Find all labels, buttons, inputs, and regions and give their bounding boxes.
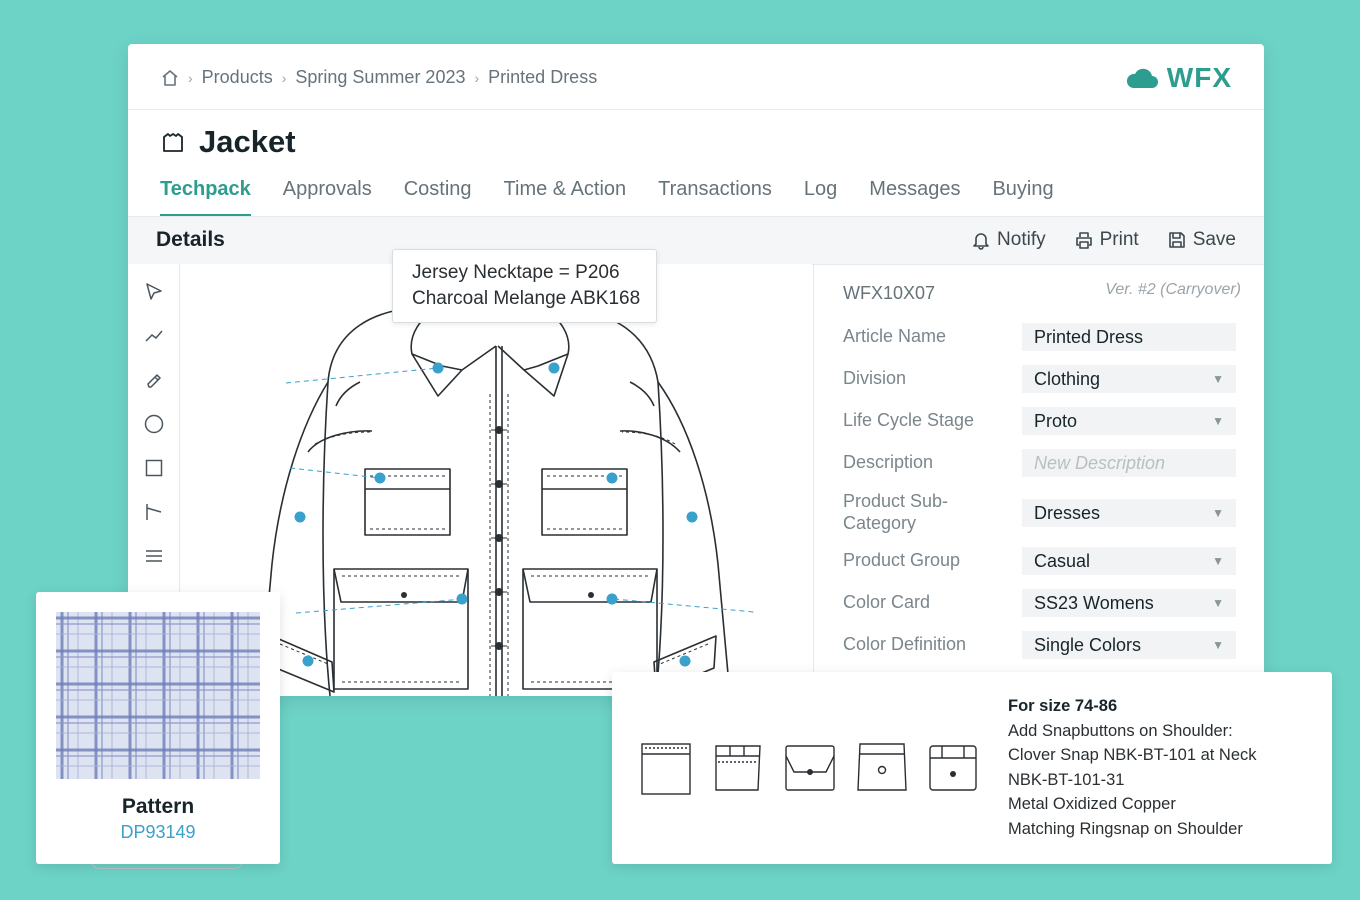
product-sub-category-value: Dresses bbox=[1034, 503, 1101, 523]
jacket-icon bbox=[163, 133, 183, 152]
style-code: WFX10X07 bbox=[843, 283, 936, 303]
logo-text: WFX bbox=[1166, 62, 1232, 93]
tab-costing[interactable]: Costing bbox=[404, 174, 472, 216]
pencil-icon[interactable] bbox=[142, 369, 166, 393]
print-label: Print bbox=[1099, 229, 1139, 250]
label-life-cycle-stage: Life Cycle Stage bbox=[843, 410, 975, 430]
color-definition-value: Single Colors bbox=[1034, 635, 1142, 655]
pattern-label: Pattern bbox=[121, 795, 195, 818]
notify-label: Notify bbox=[997, 229, 1046, 250]
measure-angle-icon[interactable] bbox=[142, 500, 166, 524]
pocket-snap-icon[interactable] bbox=[856, 742, 908, 796]
bell-icon bbox=[973, 233, 989, 250]
breadcrumb-season[interactable]: Spring Summer 2023 bbox=[295, 67, 465, 88]
size-note-text: For size 74-86 Add Snapbuttons on Should… bbox=[1008, 694, 1257, 841]
note-line: Clover Snap NBK-BT-101 at Neck bbox=[1008, 746, 1257, 764]
save-icon bbox=[1168, 232, 1185, 248]
life-cycle-stage-value: Proto bbox=[1034, 411, 1078, 431]
details-label: Details bbox=[156, 228, 225, 251]
notify-button[interactable]: Notify bbox=[971, 229, 1046, 251]
description-input[interactable]: New Description bbox=[1022, 449, 1236, 477]
label-product-sub-category-line2: Category bbox=[843, 513, 917, 533]
tab-approvals[interactable]: Approvals bbox=[283, 174, 372, 216]
details-actions: Notify Print Save bbox=[943, 229, 1236, 251]
tab-time-action[interactable]: Time & Action bbox=[504, 174, 627, 216]
pocket-box-button-icon[interactable] bbox=[928, 742, 980, 796]
plaid-swatch bbox=[56, 612, 260, 779]
tab-techpack[interactable]: Techpack bbox=[160, 174, 251, 216]
label-color-card: Color Card bbox=[843, 592, 931, 612]
pocket-envelope-flap-icon[interactable] bbox=[784, 742, 836, 796]
note-line: Matching Ringsnap on Shoulder bbox=[1008, 819, 1243, 838]
pocket-variants bbox=[640, 742, 1000, 796]
polyline-icon[interactable] bbox=[142, 324, 166, 348]
top-bar: › Products › Spring Summer 2023 › Printe… bbox=[128, 44, 1264, 110]
pocket-pleat-icon[interactable] bbox=[712, 742, 764, 796]
wfx-logo: WFX bbox=[1125, 62, 1232, 94]
tab-log[interactable]: Log bbox=[804, 174, 837, 216]
tooltip-line-1: Jersey Necktape = P206 bbox=[412, 262, 620, 283]
breadcrumb-products[interactable]: Products bbox=[202, 67, 273, 88]
techpack-window: › Products › Spring Summer 2023 › Printe… bbox=[128, 44, 1264, 696]
tab-buying[interactable]: Buying bbox=[992, 174, 1053, 216]
pattern-card[interactable]: Pattern DP93149 bbox=[36, 592, 280, 864]
product-sub-category-select[interactable]: Dresses ▼ bbox=[1022, 499, 1236, 527]
caret-down-icon: ▼ bbox=[1212, 372, 1224, 386]
tab-messages[interactable]: Messages bbox=[869, 174, 960, 216]
caret-down-icon: ▼ bbox=[1212, 596, 1224, 610]
breadcrumb-separator: › bbox=[474, 69, 480, 86]
rectangle-icon[interactable] bbox=[142, 456, 166, 480]
save-label: Save bbox=[1192, 229, 1236, 250]
product-group-select[interactable]: Casual ▼ bbox=[1022, 547, 1236, 575]
label-product-sub-category-line1: Product Sub- bbox=[843, 491, 949, 511]
page-title: Jacket bbox=[199, 124, 296, 159]
breadcrumb-separator: › bbox=[188, 69, 193, 86]
caret-down-icon: ▼ bbox=[1212, 554, 1224, 568]
label-article-name: Article Name bbox=[843, 326, 947, 346]
details-bar: Details Notify Print Save bbox=[128, 216, 1264, 265]
print-button[interactable]: Print bbox=[1074, 229, 1139, 251]
caret-down-icon: ▼ bbox=[1212, 414, 1224, 428]
cloud-icon bbox=[1126, 68, 1158, 88]
label-color-definition: Color Definition bbox=[843, 634, 967, 654]
properties-panel: WFX10X07 Ver. #2 (Carryover) Article Nam… bbox=[813, 264, 1264, 696]
pocket-plain-icon[interactable] bbox=[640, 742, 692, 796]
tooltip-line-2: Charcoal Melange ABK168 bbox=[412, 288, 641, 309]
version-label: Ver. #2 (Carryover) bbox=[1105, 281, 1241, 298]
printer-icon bbox=[1075, 232, 1092, 249]
caret-down-icon: ▼ bbox=[1212, 506, 1224, 520]
division-select[interactable]: Clothing ▼ bbox=[1022, 365, 1236, 393]
color-definition-select[interactable]: Single Colors ▼ bbox=[1022, 631, 1236, 659]
note-line: Metal Oxidized Copper bbox=[1008, 795, 1176, 813]
menu-lines-icon[interactable] bbox=[142, 544, 166, 568]
color-card-value: SS23 Womens bbox=[1034, 593, 1154, 613]
note-line: NBK-BT-101-31 bbox=[1008, 770, 1125, 789]
life-cycle-stage-select[interactable]: Proto ▼ bbox=[1022, 407, 1236, 435]
label-product-group: Product Group bbox=[843, 550, 961, 570]
article-name-input[interactable]: Printed Dress bbox=[1022, 323, 1236, 351]
page-header: Jacket bbox=[161, 124, 296, 160]
tab-bar: Techpack Approvals Costing Time & Action… bbox=[160, 174, 1086, 216]
breadcrumb-separator: › bbox=[281, 69, 287, 86]
label-product-sub-category: Product Sub- Category bbox=[843, 490, 948, 534]
color-card-select[interactable]: SS23 Womens ▼ bbox=[1022, 589, 1236, 617]
note-line: Add Snapbuttons on Shoulder: bbox=[1008, 721, 1233, 740]
save-button[interactable]: Save bbox=[1167, 229, 1236, 251]
breadcrumb-article[interactable]: Printed Dress bbox=[488, 67, 597, 88]
pointer-icon[interactable] bbox=[142, 280, 166, 304]
tab-transactions[interactable]: Transactions bbox=[658, 174, 772, 216]
label-description: Description bbox=[843, 452, 934, 472]
home-icon[interactable] bbox=[161, 69, 179, 87]
product-group-value: Casual bbox=[1034, 551, 1091, 571]
pattern-code[interactable]: DP93149 bbox=[36, 822, 280, 843]
note-heading: For size 74-86 bbox=[1008, 697, 1118, 715]
annotation-tooltip: Jersey Necktape = P206 Charcoal Melange … bbox=[392, 249, 657, 323]
caret-down-icon: ▼ bbox=[1212, 638, 1224, 652]
breadcrumb: › Products › Spring Summer 2023 › Printe… bbox=[161, 67, 597, 88]
division-value: Clothing bbox=[1034, 369, 1101, 389]
size-note-card: For size 74-86 Add Snapbuttons on Should… bbox=[612, 672, 1332, 864]
label-division: Division bbox=[843, 368, 907, 388]
circle-icon[interactable] bbox=[142, 412, 166, 436]
